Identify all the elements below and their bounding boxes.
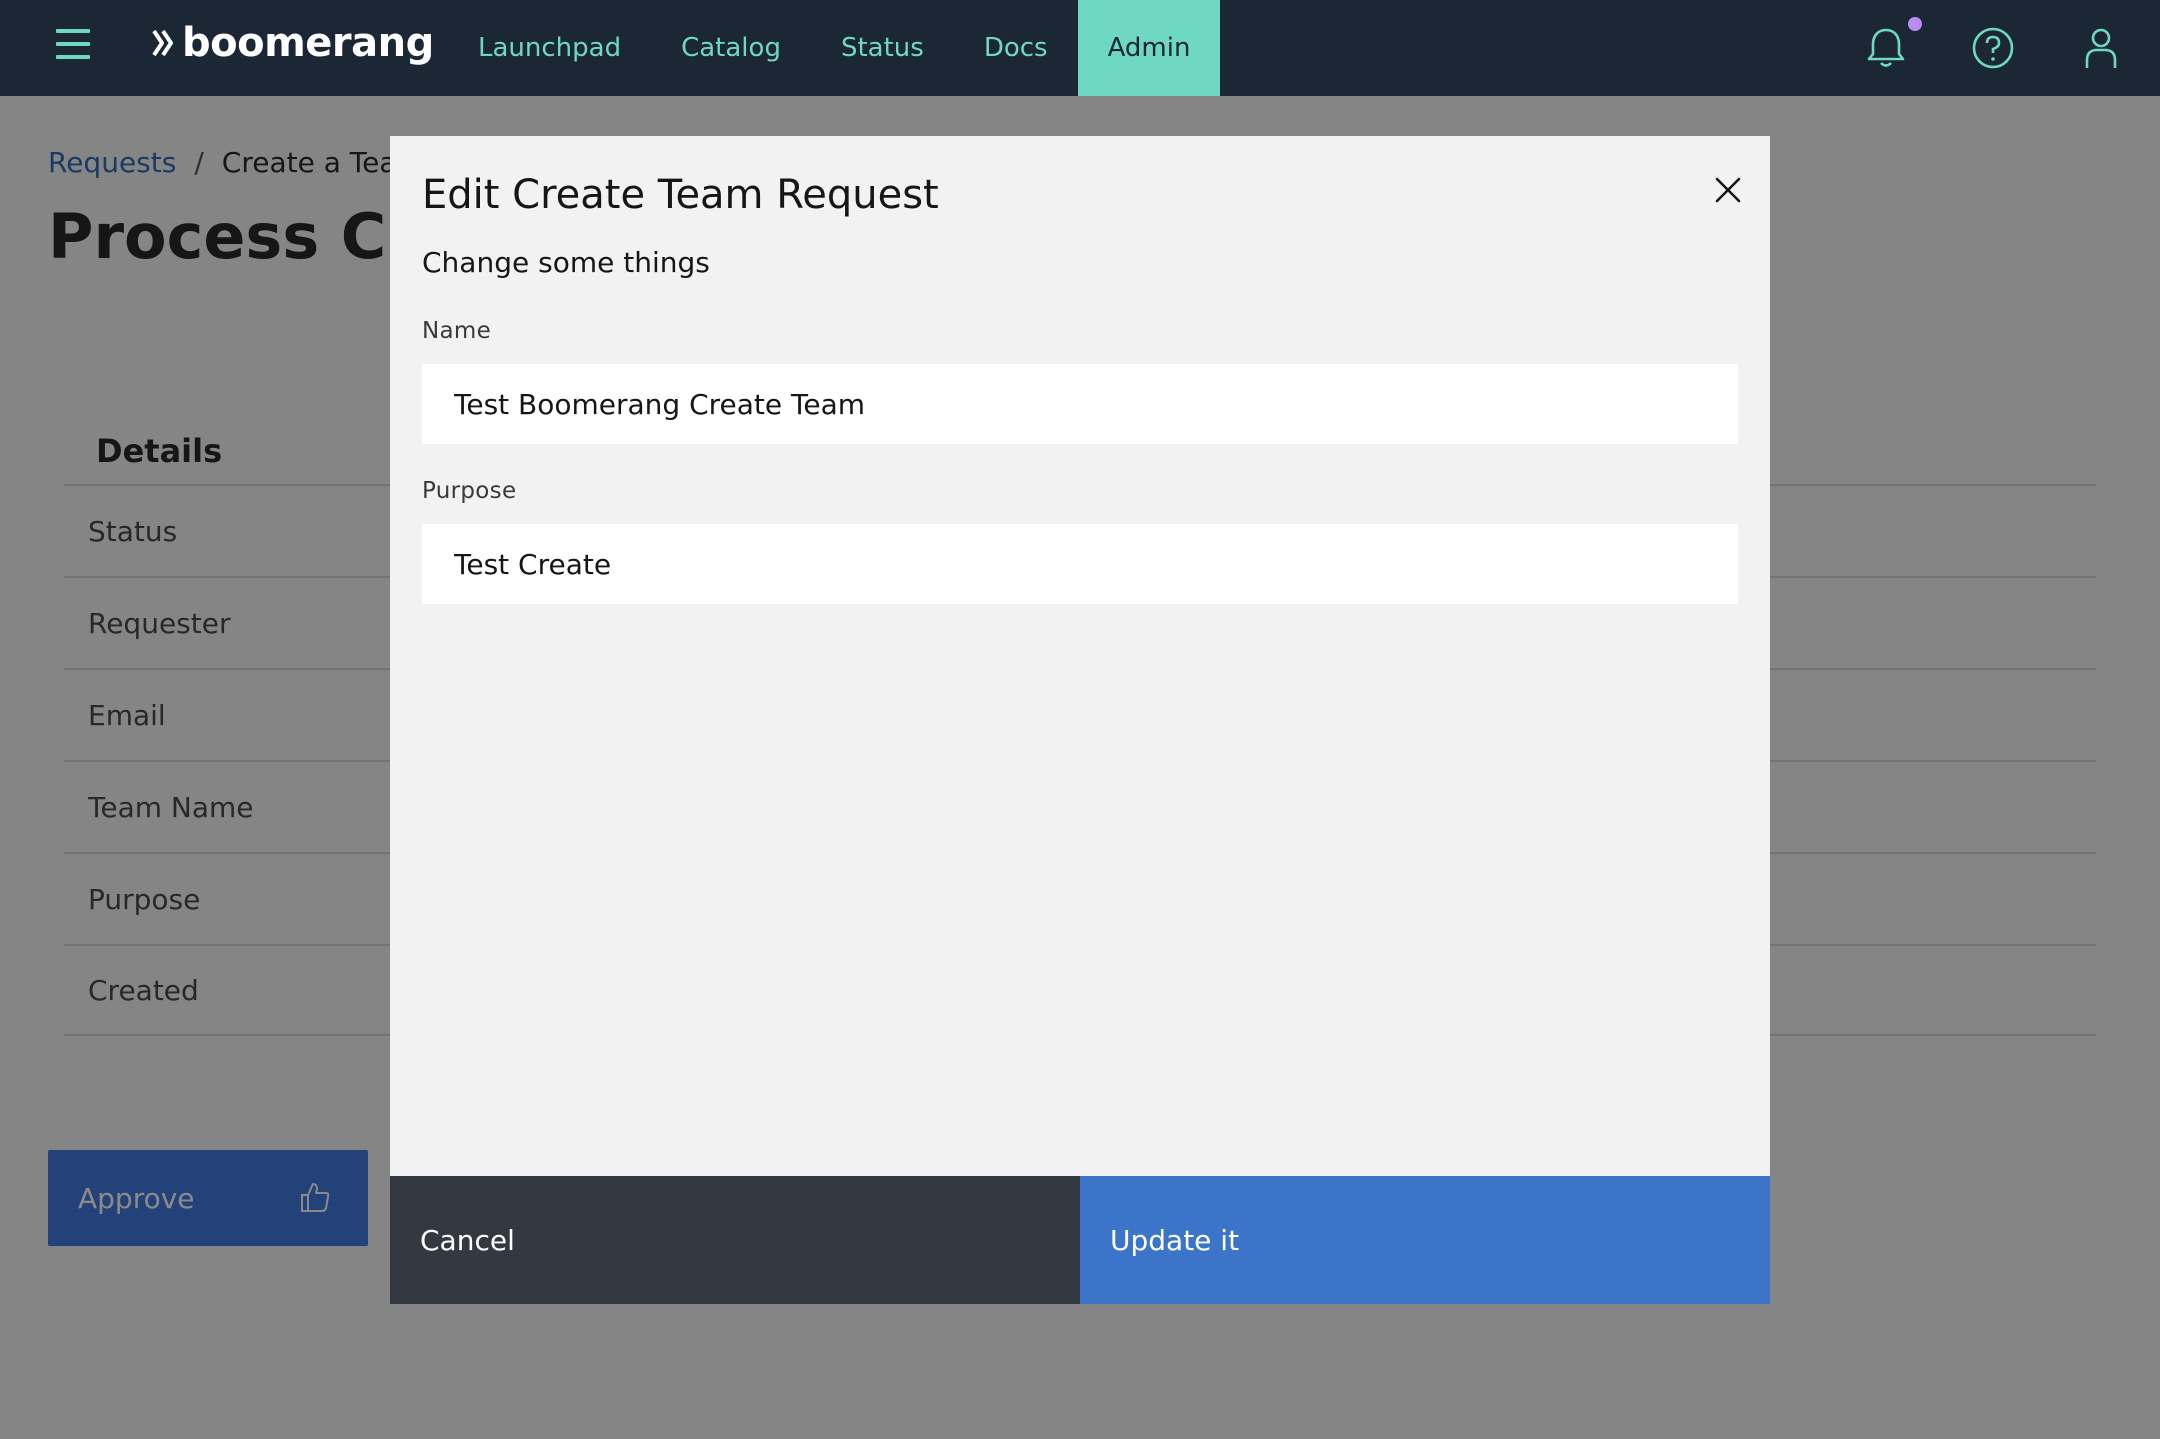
nav-status[interactable]: Status bbox=[811, 0, 954, 96]
name-field-label: Name bbox=[422, 318, 492, 344]
brand-logo[interactable]: boomerang bbox=[150, 20, 434, 66]
top-nav-bar: boomerang Launchpad Catalog Status Docs … bbox=[0, 0, 2160, 96]
name-field[interactable] bbox=[422, 364, 1738, 444]
modal-subtitle: Change some things bbox=[422, 246, 710, 279]
notification-dot bbox=[1908, 17, 1922, 31]
edit-request-modal: Edit Create Team Request Change some thi… bbox=[390, 136, 1770, 1304]
user-icon[interactable] bbox=[2075, 22, 2127, 74]
nav-admin[interactable]: Admin bbox=[1077, 0, 1221, 96]
modal-footer: Cancel Update it bbox=[390, 1176, 1770, 1304]
boomerang-logo-icon bbox=[152, 29, 173, 57]
modal-title: Edit Create Team Request bbox=[422, 172, 939, 218]
close-icon[interactable] bbox=[1708, 170, 1748, 210]
brand-name: boomerang bbox=[182, 20, 434, 66]
update-button[interactable]: Update it bbox=[1080, 1176, 1770, 1304]
nav-launchpad[interactable]: Launchpad bbox=[448, 0, 651, 96]
help-icon[interactable] bbox=[1967, 22, 2019, 74]
purpose-field-label: Purpose bbox=[422, 478, 517, 504]
nav-catalog[interactable]: Catalog bbox=[651, 0, 811, 96]
hamburger-menu-icon[interactable] bbox=[56, 29, 90, 63]
main-nav: Launchpad Catalog Status Docs Admin bbox=[448, 0, 1221, 96]
nav-docs[interactable]: Docs bbox=[954, 0, 1078, 96]
bell-icon[interactable] bbox=[1860, 22, 1912, 74]
purpose-field[interactable] bbox=[422, 524, 1738, 604]
cancel-button[interactable]: Cancel bbox=[390, 1176, 1080, 1304]
